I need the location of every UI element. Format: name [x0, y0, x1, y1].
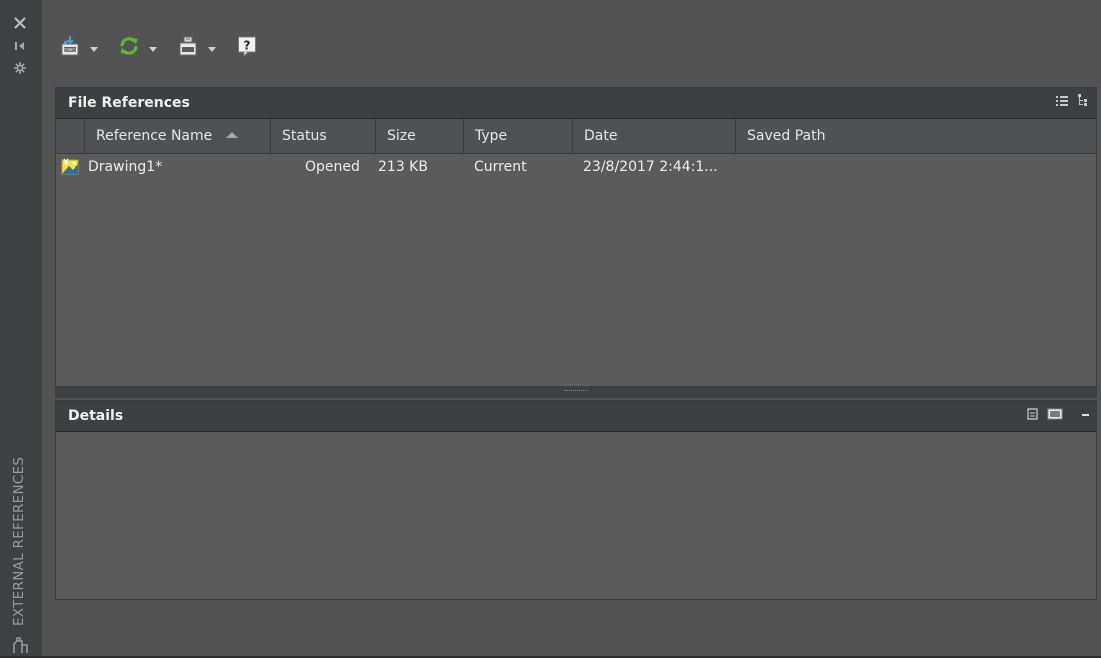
column-header-type[interactable]: Type [463, 119, 572, 153]
column-label: Saved Path [747, 128, 826, 144]
details-view-icon[interactable] [1027, 408, 1039, 424]
cell-type: Current [474, 159, 527, 175]
sort-ascending-icon [226, 132, 239, 138]
help-button[interactable]: ? [237, 34, 257, 62]
list-view-icon[interactable] [1056, 95, 1068, 111]
tree-view-icon[interactable] [1078, 94, 1090, 112]
help-icon: ? [237, 35, 257, 61]
details-header: Details [56, 401, 1096, 432]
refresh-dropdown-caret[interactable] [149, 46, 157, 52]
attach-dwg-button[interactable]: DWG [59, 34, 98, 62]
column-header-size[interactable]: Size [375, 119, 463, 153]
table-row[interactable]: Drawing1* Opened 213 KB Current 23/8/201… [56, 154, 1096, 180]
column-label: Status [282, 128, 327, 144]
cell-date: 23/8/2017 2:44:1... [583, 159, 718, 175]
file-references-title: File References [68, 95, 190, 111]
palette-vertical-title: EXTERNAL REFERENCES [11, 456, 27, 626]
details-title: Details [68, 408, 124, 424]
splitter-grip [564, 390, 588, 393]
preview-icon[interactable] [1047, 408, 1063, 424]
change-path-dropdown-caret[interactable] [208, 46, 216, 52]
details-tools [1027, 401, 1091, 431]
file-references-panel: File References Reference Name Status Si… [55, 87, 1097, 387]
auto-hide-icon[interactable] [10, 36, 30, 56]
file-references-tools [1056, 88, 1090, 118]
column-header-row: Reference Name Status Size Type Date Sav… [56, 119, 1096, 154]
column-header-status[interactable]: Status [270, 119, 375, 153]
palette-menu-icon[interactable] [11, 636, 31, 654]
toolbar: DWG ? [42, 0, 1101, 84]
details-panel: Details [55, 400, 1097, 600]
palette-title-strip: EXTERNAL REFERENCES [0, 0, 42, 656]
panel-splitter[interactable] [55, 386, 1097, 398]
attach-dwg-icon: DWG [59, 35, 81, 61]
column-header-date[interactable]: Date [572, 119, 735, 153]
change-path-button[interactable] [177, 34, 216, 62]
column-label: Date [584, 128, 618, 144]
close-icon[interactable] [10, 13, 30, 33]
column-label: Reference Name [96, 128, 213, 144]
cell-size: 213 KB [378, 159, 428, 175]
svg-text:?: ? [244, 39, 251, 53]
cell-status: Opened [305, 159, 360, 175]
refresh-button[interactable] [118, 34, 157, 62]
column-header-saved-path[interactable]: Saved Path [735, 119, 1096, 153]
file-references-header: File References [56, 88, 1096, 119]
external-references-palette: EXTERNAL REFERENCES DWG ? File Reference… [0, 0, 1101, 656]
column-header-reference-name[interactable]: Reference Name [84, 119, 270, 153]
refresh-icon [118, 35, 140, 61]
svg-text:DWG: DWG [64, 47, 76, 53]
properties-icon[interactable] [10, 58, 30, 78]
attach-dropdown-caret[interactable] [90, 46, 98, 52]
collapse-icon[interactable] [1081, 408, 1091, 424]
drawing-file-icon [61, 157, 81, 177]
column-label: Type [475, 128, 508, 144]
column-label: Size [387, 128, 416, 144]
cell-reference-name: Drawing1* [88, 159, 163, 175]
change-path-icon [177, 35, 199, 61]
